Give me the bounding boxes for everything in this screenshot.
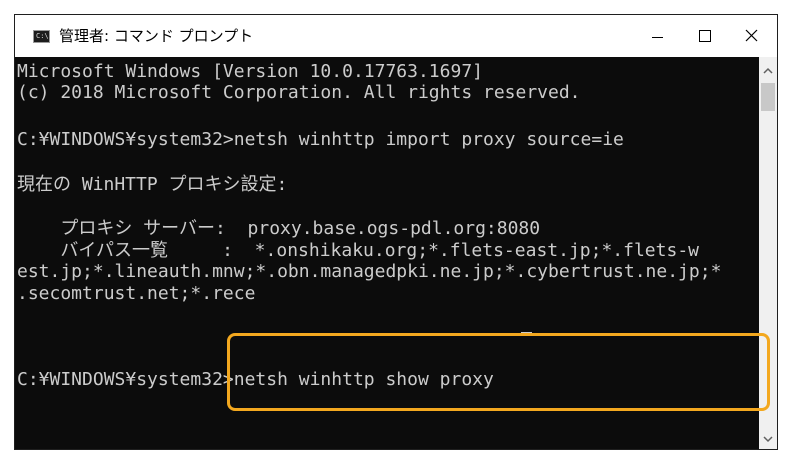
terminal-line: 現在の WinHTTP プロキシ設定: — [17, 174, 288, 195]
terminal-line: Microsoft Windows [Version 10.0.17763.16… — [17, 61, 483, 82]
command-highlight-box — [227, 333, 770, 411]
terminal-line: プロキシ サーバー: proxy.base.ogs-pdl.org:8080 — [17, 218, 541, 239]
maximize-icon — [699, 30, 711, 42]
cmd-app-icon[interactable]: C:\ — [33, 30, 50, 43]
cmd-app-icon-label: C:\ — [36, 32, 49, 40]
close-icon — [745, 29, 758, 42]
terminal-line: バイパス一覧 : *.onshikaku.org;*.flets-east.jp… — [17, 240, 699, 261]
chevron-up-icon[interactable] — [759, 61, 777, 81]
scrollbar-thumb[interactable] — [761, 83, 775, 111]
minimize-button[interactable] — [632, 15, 680, 57]
terminal-line: (c) 2018 Microsoft Corporation. All righ… — [17, 82, 581, 103]
title-bar[interactable]: C:\ 管理者: コマンド プロンプト — [15, 15, 777, 57]
terminal-line: est.jp;*.lineauth.mnw;*.obn.managedpki.n… — [17, 261, 722, 282]
chevron-down-icon[interactable] — [759, 429, 777, 449]
maximize-button[interactable] — [681, 15, 729, 57]
terminal-line: C:¥WINDOWS¥system32>netsh winhttp import… — [17, 129, 624, 150]
minimize-icon — [652, 37, 663, 38]
close-button[interactable] — [729, 15, 777, 57]
window-title: 管理者: コマンド プロンプト — [59, 27, 254, 45]
terminal-line: .secomtrust.net;*.rece — [17, 283, 256, 304]
